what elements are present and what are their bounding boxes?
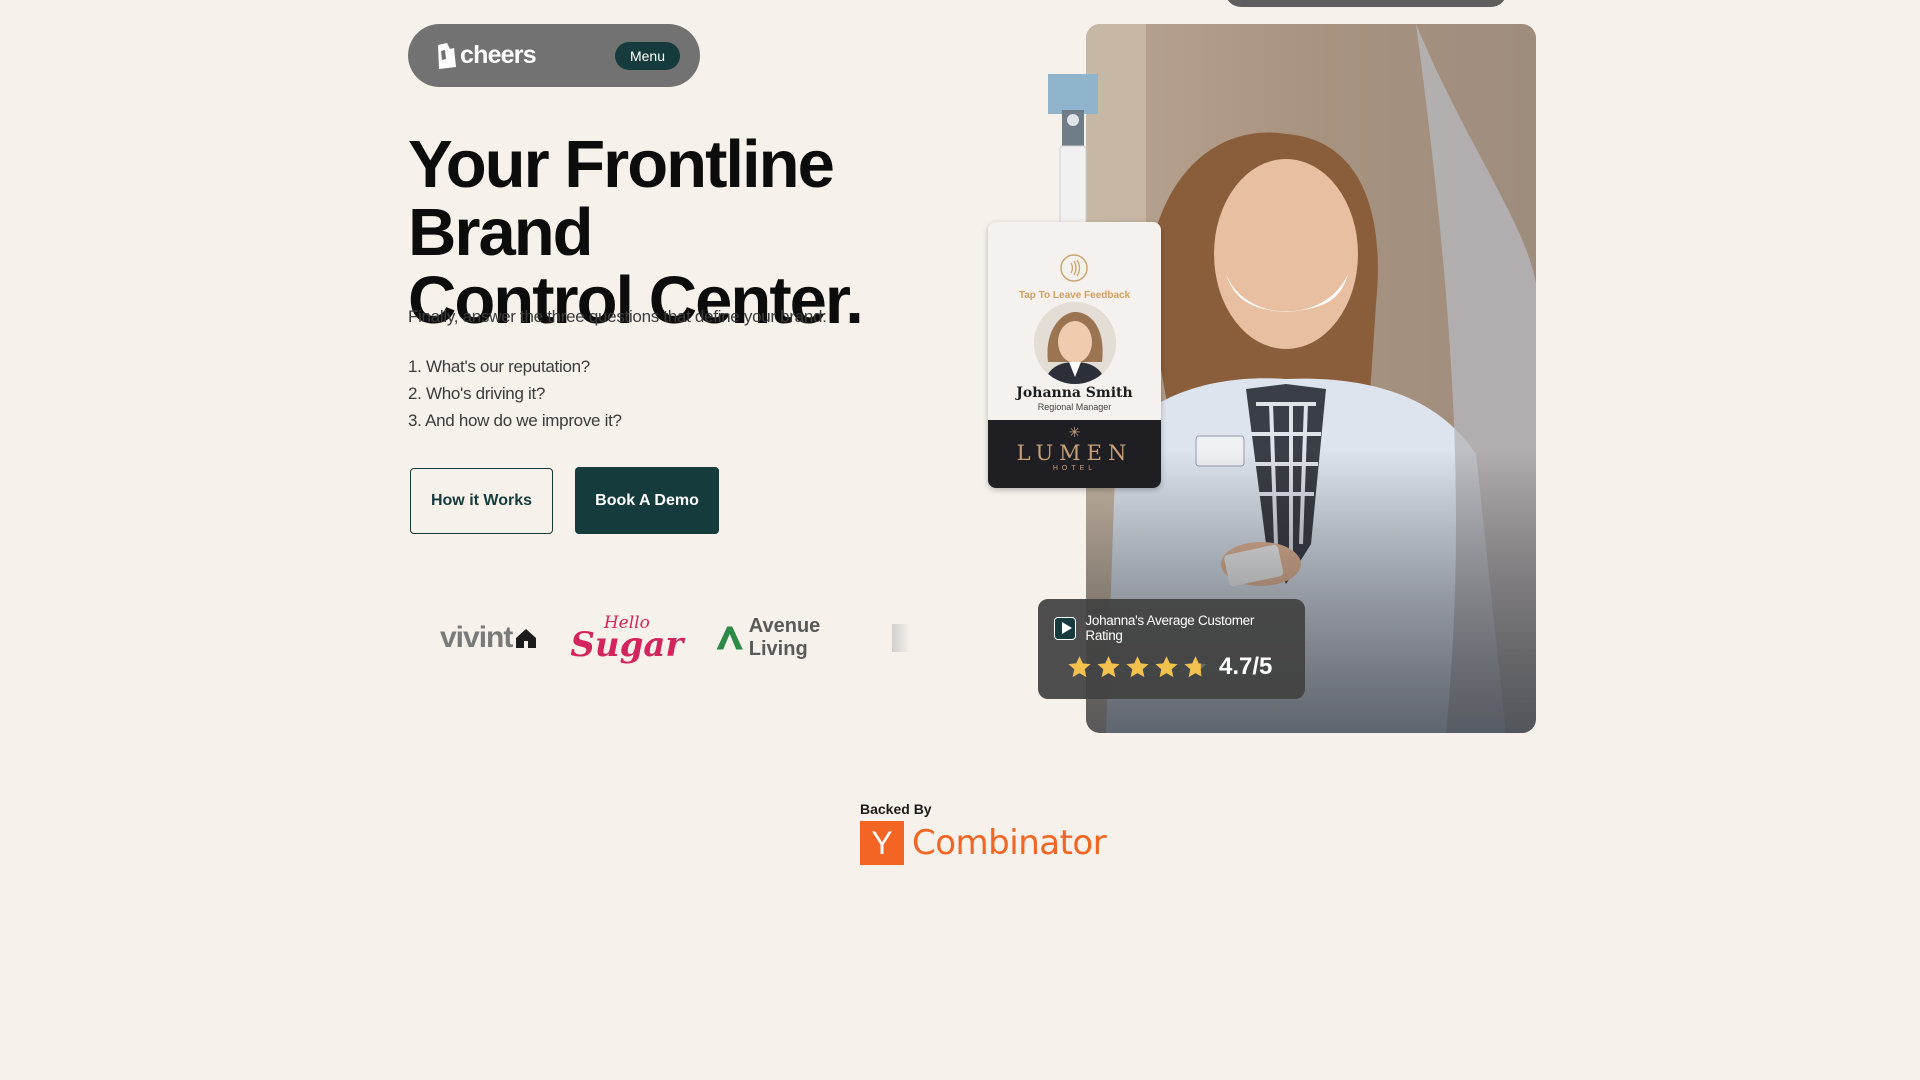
badge-name: Johanna Smith — [1016, 385, 1133, 401]
badge-brand-sub: HOTEL — [1052, 465, 1097, 472]
rating-score: 4.7/5 — [1219, 653, 1273, 680]
star-icon — [1097, 655, 1120, 677]
hero-headline: Your Frontline Brand Control Center. — [408, 131, 1028, 335]
badge-footer: ✳ LUMEN HOTEL — [988, 420, 1161, 488]
backed-by-label: Backed By — [860, 801, 932, 817]
star-icon — [1068, 655, 1091, 677]
rating-label: Johanna's Average Customer Rating — [1085, 613, 1255, 643]
question-item: 1. What's our reputation? — [408, 357, 590, 376]
house-icon — [516, 629, 537, 648]
cheers-logo[interactable]: cheers — [435, 41, 537, 70]
avenue-a-icon — [716, 626, 744, 650]
star-rating — [1066, 654, 1209, 681]
book-demo-button[interactable]: Book A Demo — [575, 467, 719, 534]
badge-tap-label: Tap To Leave Feedback — [1018, 290, 1131, 301]
employee-badge: Tap To Leave Feedback Johanna Smith Regi… — [988, 74, 1161, 488]
badge-card: Tap To Leave Feedback Johanna Smith Regi… — [988, 222, 1161, 488]
hello-sugar-line2: Sugar — [570, 624, 684, 664]
avenue-living-logo: Avenue Living — [715, 615, 860, 661]
star-icon — [1126, 655, 1149, 677]
headline-line-1: Your Frontline Brand — [408, 127, 835, 270]
y-combinator-wordmark: Combinator — [912, 823, 1107, 863]
faded-logo — [891, 624, 910, 652]
vivint-logo: vivint — [440, 621, 538, 655]
vivint-wordmark: vivint — [440, 621, 513, 654]
star-icon — [1155, 655, 1178, 677]
avenue-living-wordmark: Avenue Living — [748, 615, 821, 660]
hello-sugar-logo: Hello Sugar — [570, 615, 684, 664]
question-item: 3. And how do we improve it? — [408, 411, 622, 430]
nfc-icon — [1060, 254, 1088, 282]
navbar: cheers Menu — [408, 24, 700, 87]
question-list: 1. What's our reputation? 2. Who's drivi… — [408, 353, 622, 434]
menu-button[interactable]: Menu — [614, 41, 680, 70]
badge-role: Regional Manager — [1037, 402, 1112, 412]
hero-intro: Finally, answer the three questions that… — [408, 307, 827, 326]
y-combinator-icon: Y — [860, 821, 904, 865]
question-item: 2. Who's driving it? — [408, 384, 546, 403]
badge-clip — [1048, 74, 1098, 224]
cheers-logo-icon — [438, 42, 456, 69]
y-combinator-logo[interactable]: Y Combinator — [860, 821, 1107, 865]
how-it-works-button[interactable]: How it Works — [410, 468, 553, 534]
logo-wordmark: cheers — [460, 41, 537, 69]
sun-icon: ✳ — [1068, 424, 1081, 440]
star-icon — [1184, 655, 1207, 677]
play-icon — [1054, 616, 1077, 640]
badge-brand: LUMEN — [1016, 441, 1133, 465]
client-logo-strip: vivint Hello Sugar Avenue Living — [440, 612, 910, 664]
top-decoration — [1225, 0, 1507, 7]
rating-card: Johanna's Average Customer Rating 4.7/5 — [1038, 599, 1305, 699]
avatar — [1034, 302, 1116, 384]
backed-by: Backed By Y Combinator — [860, 801, 1107, 865]
